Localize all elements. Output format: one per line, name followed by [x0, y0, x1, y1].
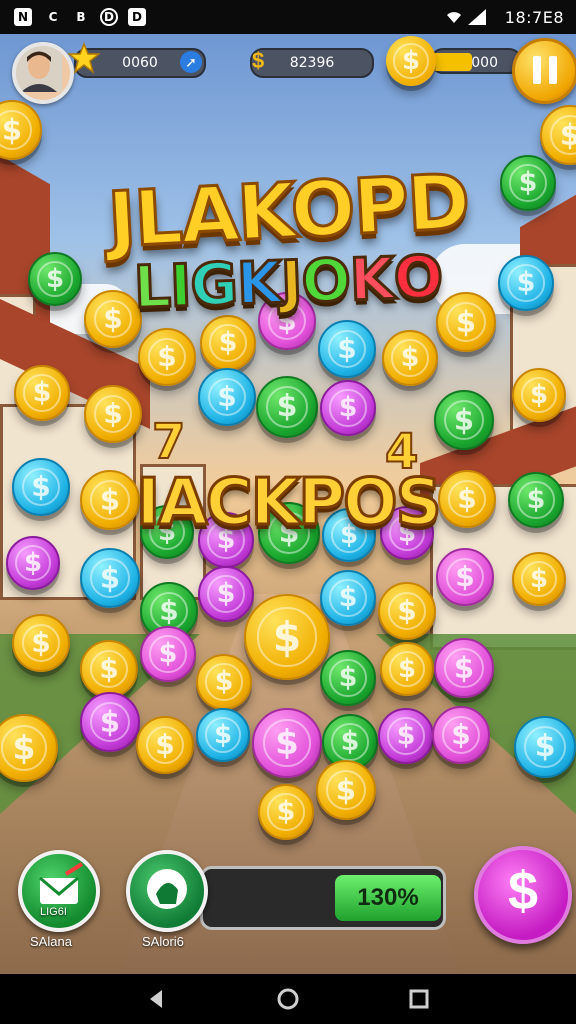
- coin[interactable]: $: [6, 536, 60, 590]
- coin[interactable]: $: [380, 642, 434, 696]
- left-action-button[interactable]: LIG6I: [18, 850, 100, 932]
- coin[interactable]: $: [320, 650, 376, 706]
- coin[interactable]: $: [198, 566, 254, 622]
- pink-coin-button[interactable]: $: [474, 846, 572, 944]
- bug-icon: B: [76, 10, 86, 24]
- star-icon: [68, 42, 100, 74]
- level-value: 0060: [122, 55, 158, 71]
- middle-button-label: SAlori6: [142, 934, 184, 949]
- coin[interactable]: $: [434, 390, 494, 450]
- subtitle-letter: O: [299, 244, 353, 317]
- coin[interactable]: $: [378, 708, 434, 764]
- download-icon: D: [128, 8, 146, 26]
- status-time: 18:7E8: [504, 8, 564, 27]
- subtitle-letter: K: [347, 243, 396, 315]
- coin[interactable]: $: [136, 716, 194, 774]
- pause-icon: [533, 56, 557, 84]
- subtitle-letter: O: [391, 241, 445, 314]
- coin[interactable]: $: [244, 594, 330, 680]
- coin[interactable]: $: [80, 640, 138, 698]
- person-head-icon: [147, 869, 187, 909]
- subtitle-letter: I: [167, 250, 193, 322]
- coin-icon: $: [252, 48, 265, 73]
- player-avatar[interactable]: [12, 42, 74, 104]
- sync-icon: D: [100, 8, 118, 26]
- signal-icon: [468, 9, 486, 25]
- bonus-value: 000: [471, 55, 498, 71]
- coin[interactable]: $: [318, 320, 376, 378]
- coin[interactable]: $: [0, 100, 42, 160]
- coin[interactable]: $: [196, 708, 250, 762]
- coin-value: 82396: [289, 55, 335, 71]
- coin[interactable]: $: [512, 552, 566, 606]
- subtitle-letter: G: [188, 248, 240, 321]
- recent-square-icon[interactable]: [408, 988, 430, 1010]
- coin[interactable]: $: [14, 365, 70, 421]
- coin[interactable]: $: [258, 784, 314, 840]
- coin[interactable]: $: [196, 654, 252, 710]
- coin[interactable]: $: [382, 330, 438, 386]
- progress-track: 130%: [200, 866, 446, 930]
- subtitle-letter: K: [234, 247, 283, 319]
- status-bar: N C B D D 18:7E8: [0, 0, 576, 34]
- jackpot-banner: IACKPOS: [135, 465, 443, 542]
- pause-button[interactable]: [512, 38, 576, 104]
- progress-text: 130%: [357, 884, 419, 911]
- coin[interactable]: $: [252, 708, 322, 778]
- coin[interactable]: $: [138, 328, 196, 386]
- coin[interactable]: $: [514, 716, 576, 778]
- bonus-bar: [432, 53, 472, 71]
- coin[interactable]: $: [378, 582, 436, 640]
- avatar-face-icon: [16, 46, 62, 92]
- subtitle-letter: L: [131, 251, 172, 323]
- coin[interactable]: $: [12, 614, 70, 672]
- moon-icon: C: [48, 10, 58, 24]
- coin[interactable]: $: [320, 380, 376, 436]
- coin[interactable]: $: [80, 548, 140, 608]
- navigation-bar: [0, 974, 576, 1024]
- coin[interactable]: $: [200, 315, 256, 371]
- arrow-button-icon[interactable]: ➚: [180, 51, 202, 73]
- coin[interactable]: $: [434, 638, 494, 698]
- notification-icon: N: [14, 8, 32, 26]
- coin[interactable]: $: [198, 368, 256, 426]
- subtitle-letter: J: [278, 246, 304, 318]
- home-circle-icon[interactable]: [277, 988, 299, 1010]
- coin[interactable]: $: [84, 385, 142, 443]
- coin[interactable]: $: [432, 706, 490, 764]
- coin[interactable]: $: [320, 570, 376, 626]
- bonus-coin-icon: $: [386, 36, 436, 86]
- coin[interactable]: $: [316, 760, 376, 820]
- number-badge-left: 7: [151, 413, 186, 471]
- progress-fill: 130%: [335, 875, 441, 921]
- coin[interactable]: $: [80, 692, 140, 752]
- wifi-icon: [447, 12, 461, 23]
- coin[interactable]: $: [140, 626, 196, 682]
- coin[interactable]: $: [256, 376, 318, 438]
- coin[interactable]: $: [436, 548, 494, 606]
- game-scene[interactable]: $ $ $ $ $ $ $ $ $ $ $ $ $ $ $ $ $ $ $ $ $ $ $ $ $ $ $ $ $ $ $ $ $ $ $ $ $ $ $ $…: [0, 34, 576, 974]
- left-button-caption: LIG6I: [40, 906, 67, 918]
- coin[interactable]: $: [512, 368, 566, 422]
- back-triangle-icon[interactable]: [146, 988, 168, 1010]
- left-button-label: SAlana: [30, 934, 72, 949]
- middle-action-button[interactable]: [126, 850, 208, 932]
